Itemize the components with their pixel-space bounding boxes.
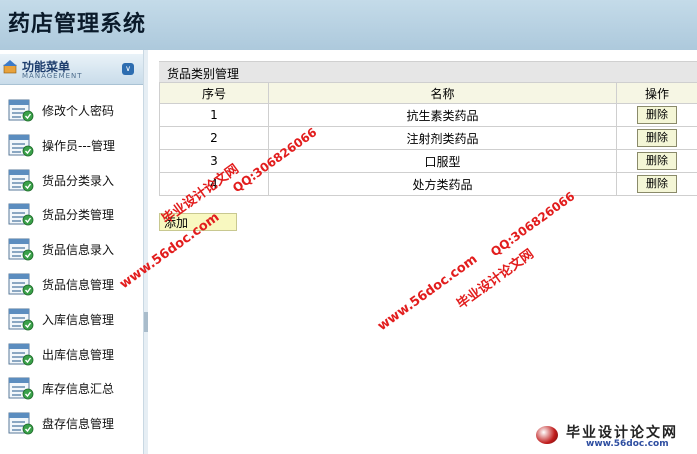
- sidebar-item-3[interactable]: 货品分类录入: [0, 165, 143, 195]
- sidebar-item-label: 货品分类录入: [42, 173, 115, 188]
- sidebar-item-5[interactable]: 货品信息录入: [0, 234, 143, 264]
- logo-url: www.56doc.com: [586, 439, 669, 449]
- sidebar-item-9[interactable]: 库存信息汇总: [0, 373, 143, 403]
- document-check-icon: [8, 306, 34, 332]
- delete-button[interactable]: 删除: [637, 175, 677, 193]
- document-check-icon: [8, 341, 34, 367]
- column-header-id: 序号: [159, 82, 269, 104]
- sidebar-item-label: 入库信息管理: [42, 312, 115, 327]
- site-logo: 毕业设计论文网 www.56doc.com: [526, 420, 696, 450]
- row-id: 2: [159, 126, 269, 150]
- table-row: 1 抗生素类药品 删除: [159, 103, 697, 127]
- sidebar-item-4[interactable]: 货品分类管理: [0, 199, 143, 229]
- app-header: 药店管理系统: [0, 0, 697, 50]
- menu-home-icon: [3, 60, 17, 74]
- app-title: 药店管理系统: [8, 11, 147, 37]
- sidebar-item-label: 修改个人密码: [42, 104, 115, 118]
- sidebar-item-label: 库存信息汇总: [42, 382, 115, 397]
- menu-subtitle: MANAGEMENT: [22, 72, 83, 80]
- table-header-row: 序号 名称 操作: [159, 82, 697, 104]
- table-row: 2 注射剂类药品 删除: [159, 126, 697, 150]
- main-content: 货品类别管理 序号 名称 操作 1 抗生素类药品 删除 2 注射剂类药品 删除 …: [149, 50, 697, 454]
- column-header-name: 名称: [268, 82, 617, 104]
- sidebar-item-7[interactable]: 入库信息管理: [0, 304, 143, 334]
- sidebar-item-label: 出库信息管理: [42, 347, 115, 362]
- row-name: 抗生素类药品: [268, 103, 617, 127]
- splitter-grip[interactable]: [144, 312, 148, 332]
- sidebar: 功能菜单 MANAGEMENT ∨ 修改个人密码 操作员---管理 货品分类录入 货品…: [0, 50, 144, 454]
- sidebar-item-10[interactable]: 盘存信息管理: [0, 408, 143, 438]
- document-check-icon: [8, 375, 34, 401]
- sidebar-item-label: 操作员---管理: [42, 138, 115, 153]
- delete-button[interactable]: 删除: [637, 129, 677, 147]
- document-check-icon: [8, 236, 34, 262]
- row-action-cell: 删除: [616, 103, 697, 127]
- document-check-icon: [8, 201, 34, 227]
- table-row: 3 口服型 删除: [159, 149, 697, 173]
- row-name: 口服型: [268, 149, 617, 173]
- panel-title-bar: 货品类别管理: [159, 61, 697, 83]
- row-action-cell: 删除: [616, 149, 697, 173]
- sidebar-item-label: 货品信息管理: [42, 278, 115, 292]
- sidebar-item-8[interactable]: 出库信息管理: [0, 339, 143, 369]
- menu-header: 功能菜单 MANAGEMENT ∨: [0, 54, 143, 85]
- delete-button[interactable]: 删除: [637, 152, 677, 170]
- panel-title: 货品类别管理: [167, 67, 240, 81]
- sidebar-splitter[interactable]: [144, 50, 148, 454]
- row-name: 注射剂类药品: [268, 126, 617, 150]
- delete-button[interactable]: 删除: [637, 106, 677, 124]
- collapse-icon[interactable]: ∨: [122, 63, 134, 75]
- sidebar-item-label: 货品信息录入: [42, 243, 115, 258]
- document-check-icon: [8, 132, 34, 158]
- sidebar-item-label: 货品分类管理: [42, 208, 115, 223]
- row-id: 1: [159, 103, 269, 127]
- document-check-icon: [8, 271, 34, 297]
- row-action-cell: 删除: [616, 172, 697, 196]
- document-check-icon: [8, 97, 34, 123]
- sidebar-item-1[interactable]: 修改个人密码: [0, 95, 143, 125]
- document-check-icon: [8, 410, 34, 436]
- sidebar-item-2[interactable]: 操作员---管理: [0, 130, 143, 160]
- row-action-cell: 删除: [616, 126, 697, 150]
- column-header-action: 操作: [616, 82, 697, 104]
- logo-ball-icon: [536, 426, 558, 444]
- document-check-icon: [8, 167, 34, 193]
- sidebar-item-label: 盘存信息管理: [42, 417, 115, 432]
